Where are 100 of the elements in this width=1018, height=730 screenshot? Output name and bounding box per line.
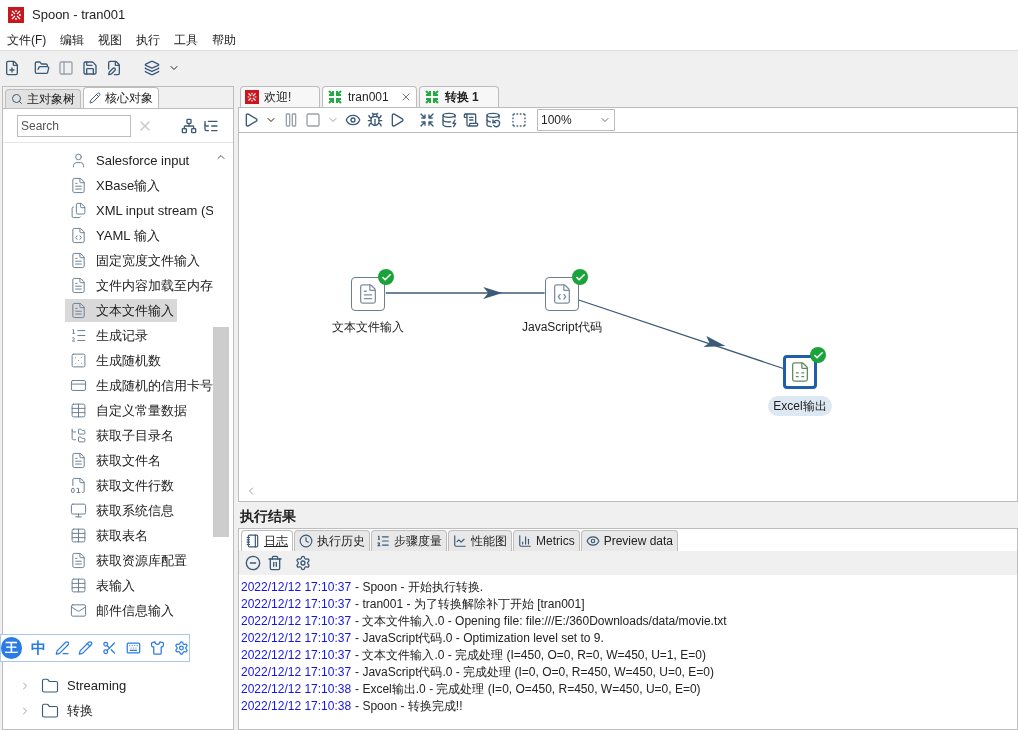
panel-tab[interactable]: 主对象树 [5,89,81,108]
transformation-icon [327,89,343,105]
document-icon [70,252,87,269]
editor-tab[interactable]: 欢迎! [240,86,320,107]
tree-item[interactable]: 生成随机数 [65,349,164,372]
step-node[interactable] [351,277,385,311]
tree-item[interactable]: 表输入 [65,574,138,597]
log-time: 2022/12/12 17:10:38 [241,697,352,715]
tree-item[interactable]: 文本文件输入 [65,299,177,322]
tree-item[interactable]: 获取文件名 [65,449,164,472]
scrollbar-thumb[interactable] [213,327,229,537]
collapse-tree-icon[interactable] [181,117,197,134]
tree-item[interactable]: 固定宽度文件输入 [65,249,203,272]
tree-item[interactable]: 生成记录 [65,324,151,347]
settings-icon[interactable] [174,640,190,656]
table-icon [70,402,87,419]
trash-icon[interactable] [267,555,283,571]
tree-item[interactable]: Streaming [67,675,127,696]
save-icon[interactable] [82,59,98,76]
log-message: - tran001 - 为了转换解除补丁开始 [tran001] [355,595,585,613]
script-icon[interactable] [463,112,479,128]
document-icon [70,277,87,294]
log-message: - 文本文件输入.0 - Opening file: file:///E:/360Downloads/data/movie.txt [355,612,727,630]
menu-item[interactable]: 视图 [98,31,123,49]
document-icon [70,227,87,244]
tree-item[interactable]: 自定义常量数据 [65,399,190,422]
card-icon [70,377,87,394]
transformation-icon [423,89,440,105]
documents-icon [70,202,87,219]
contact-card-icon [70,152,87,169]
pause-icon[interactable] [283,112,299,128]
window-title: Spoon - tran001 [32,6,126,25]
tree-item[interactable]: 获取表名 [65,524,151,547]
save-as-icon[interactable] [106,59,122,76]
tree-item[interactable]: 获取子目录名 [65,424,177,447]
log-time: 2022/12/12 17:10:38 [241,680,352,698]
ime-logo[interactable]: 王 [1,637,22,659]
eye-icon [585,534,600,548]
notebook-icon [246,534,260,548]
tree-item[interactable]: 获取资源库配置 [65,549,190,572]
replay-icon[interactable] [389,112,405,128]
input-mode-toggle[interactable]: 中 [30,636,46,660]
menu-item[interactable]: 帮助 [212,31,237,49]
step-node[interactable] [545,277,579,311]
search-field[interactable]: Search [17,114,131,137]
editor-tab[interactable]: tran001 [322,86,417,107]
app-logo-icon [245,90,259,104]
pen-icon[interactable] [78,640,94,656]
result-tab[interactable]: 日志 [241,530,293,551]
document-icon [70,552,87,569]
zoom-dropdown[interactable]: 100% [537,109,615,131]
panel-title: 执行结果 [239,507,297,526]
envelope-icon [70,602,87,619]
log-time: 2022/12/12 17:10:37 [241,646,352,664]
tree-item[interactable]: 获取系统信息 [65,499,177,522]
shirt-icon[interactable] [150,640,166,656]
tree-item[interactable]: YAML 输入 [65,224,163,247]
new-file-icon[interactable] [4,59,20,76]
settings-icon[interactable] [295,555,311,571]
step-label: Excel输出 [768,396,832,416]
scissors-icon[interactable] [102,640,118,656]
menu-item[interactable]: 文件(F) [7,31,47,49]
explorer-icon[interactable] [58,59,74,76]
menu-item[interactable]: 执行 [136,31,161,49]
tree-item[interactable]: 获取文件行数 [65,474,177,497]
menu-item[interactable]: 工具 [174,31,199,49]
open-folder-icon[interactable] [34,59,50,76]
result-tab[interactable]: 步骤度量 [371,530,447,551]
tree-item[interactable]: XML input stream (S [65,199,213,222]
keyboard-icon[interactable] [126,640,142,656]
run-icon[interactable] [243,112,259,128]
tree-item[interactable]: 转换 [67,700,93,721]
tree-item[interactable]: Salesforce input [65,149,193,172]
log-message: - JavaScript代码.0 - Optimization level set to 9. [355,629,604,647]
result-tab[interactable]: Preview data [580,530,679,551]
result-tab[interactable]: Metrics [513,530,580,551]
align-icon[interactable] [419,112,435,128]
editor-tab[interactable]: 转换 1 [418,86,499,107]
folder-tree-icon [70,427,87,444]
step-label: JavaScript代码 [522,319,602,336]
menu-item[interactable]: 编辑 [60,31,85,49]
canvas[interactable]: 文本文件输入 JavaScript代码 Excel输出 [238,132,1018,502]
preview-icon[interactable] [345,112,361,128]
result-tab[interactable]: 执行历史 [294,530,370,551]
document-icon [70,477,87,494]
log-message: - Spoon - 开始执行转换. [355,578,484,596]
tree-item[interactable]: XBase输入 [65,174,164,197]
result-tab[interactable]: 性能图 [448,530,512,551]
panel-tab[interactable]: 核心对象 [83,87,159,108]
tree-item[interactable]: 生成随机的信用卡号 [65,374,213,397]
step-node[interactable] [783,355,817,389]
tree-item[interactable]: 邮件信息输入 [65,599,177,622]
debug-icon[interactable] [367,112,383,128]
spreadsheet-icon [789,361,811,383]
tree-item[interactable]: 文件内容加载至内存 [65,274,213,297]
minus-icon[interactable] [245,555,261,571]
layers-icon[interactable] [144,59,160,76]
database-icon[interactable] [441,112,457,128]
pencil-icon [89,92,101,104]
line-chart-icon [453,534,467,548]
